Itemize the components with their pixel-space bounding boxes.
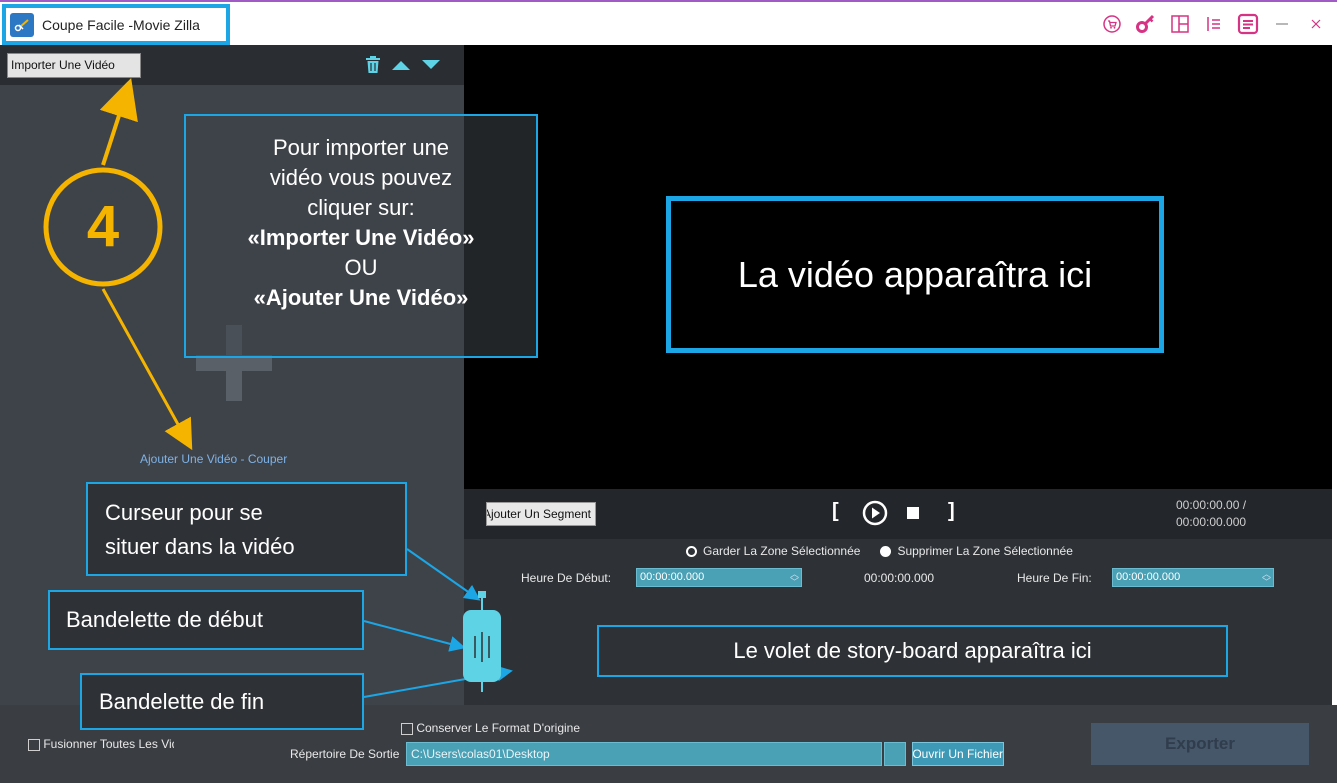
segment-settings: Garder La Zone Sélectionnée Supprimer La… — [464, 539, 1332, 705]
output-directory-label: Répertoire De Sortie — [290, 747, 400, 761]
keep-zone-radio[interactable]: Garder La Zone Sélectionnée — [686, 544, 860, 558]
import-help-line: cliquer sur: — [307, 195, 415, 220]
window-edge — [1332, 45, 1337, 705]
layout-icon[interactable] — [1169, 13, 1191, 35]
end-time-value: 00:00:00.000 — [1116, 571, 1181, 583]
end-strip-callout: Bandelette de fin — [80, 673, 364, 730]
import-help-option: «Importer Une Vidéo» — [247, 225, 475, 250]
mark-out-button[interactable]: ] — [948, 500, 955, 523]
merge-videos-checkbox[interactable]: Fusionner Toutes Les Vidéos — [28, 737, 174, 751]
duration-display: 00:00:00.000 — [864, 571, 935, 585]
start-time-input[interactable]: 00:00:00.000 ︿ ﹀ — [636, 568, 802, 587]
stop-icon[interactable] — [907, 507, 919, 519]
add-segment-button[interactable]: Ajouter Un Segment — [486, 502, 596, 526]
playback-controls: Ajouter Un Segment [ ] 00:00:00.00 / 00:… — [464, 489, 1332, 539]
window-title: Coupe Facile -Movie Zilla — [42, 16, 200, 33]
minimize-icon[interactable] — [1271, 13, 1293, 35]
start-strip-callout: Bandelette de début — [48, 590, 364, 650]
import-help-callout: Pour importer une vidéo vous pouvez cliq… — [184, 114, 538, 358]
checkbox-box[interactable] — [401, 722, 413, 735]
step-number: 4 — [86, 194, 120, 259]
start-time-label: Heure De Début: — [521, 571, 612, 585]
title-bar: Coupe Facile -Movie Zilla — [0, 0, 1337, 45]
add-video-link[interactable]: Ajouter Une Vidéo - Couper — [140, 452, 287, 466]
app-window: Coupe Facile -Movie Zilla Importer Une V… — [0, 0, 1337, 783]
output-directory-input[interactable]: C:\Users\colas01\Desktop — [406, 742, 882, 766]
start-spinner[interactable]: ︿ ﹀ — [790, 570, 799, 587]
zone-mode-options: Garder La Zone Sélectionnée Supprimer La… — [686, 544, 1073, 558]
video-list-toolbar: Importer Une Vidéo — [0, 45, 464, 85]
folder-icon[interactable] — [884, 742, 906, 766]
mark-in-button[interactable]: [ — [832, 500, 839, 523]
cursor-callout-line: Curseur pour se — [105, 500, 263, 525]
import-help-line: vidéo vous pouvez — [269, 165, 453, 190]
end-time-input[interactable]: 00:00:00.000 ︿ ﹀ — [1112, 568, 1274, 587]
storyboard-callout: Le volet de story-board apparaîtra ici — [597, 625, 1228, 677]
key-icon[interactable] — [1135, 13, 1157, 35]
import-help-line: Pour importer une — [272, 135, 450, 160]
start-time-value: 00:00:00.000 — [640, 571, 705, 583]
timecode-display: 00:00:00.00 / 00:00:00.000 — [1176, 497, 1246, 531]
close-icon[interactable] — [1305, 13, 1327, 35]
time-fields: Heure De Début: 00:00:00.000 ︿ ﹀ 00:00:00… — [464, 568, 1332, 588]
export-button[interactable]: Exporter — [1091, 723, 1309, 765]
cart-icon[interactable] — [1101, 13, 1123, 35]
scissors-icon — [10, 12, 34, 37]
checkbox-box[interactable] — [28, 738, 40, 751]
play-icon[interactable] — [862, 500, 888, 526]
end-time-label: Heure De Fin: — [1017, 571, 1092, 585]
open-file-button[interactable]: Ouvrir Un Fichier — [912, 742, 1004, 766]
video-placeholder-callout: La vidéo apparaîtra ici — [666, 196, 1164, 353]
keep-format-checkbox[interactable]: Conserver Le Format D'origine — [401, 721, 580, 735]
keep-zone-label: Garder La Zone Sélectionnée — [703, 544, 861, 558]
import-video-button[interactable]: Importer Une Vidéo — [7, 53, 141, 78]
list-tools — [364, 55, 442, 80]
trash-icon[interactable] — [364, 55, 382, 80]
keep-format-label: Conserver Le Format D'origine — [416, 721, 581, 735]
cursor-callout: Curseur pour se situer dans la vidéo — [86, 482, 407, 576]
timecode-total: 00:00:00.000 — [1176, 515, 1247, 529]
title-highlight: Coupe Facile -Movie Zilla — [2, 4, 230, 45]
list-icon[interactable] — [1203, 13, 1225, 35]
merge-label: Fusionner Toutes Les Vidéos — [43, 737, 174, 751]
radio-unselected — [686, 545, 697, 557]
menu-icon[interactable] — [1237, 13, 1259, 35]
cursor-callout-line: situer dans la vidéo — [105, 534, 295, 559]
remove-zone-label: Supprimer La Zone Sélectionnée — [897, 544, 1073, 558]
import-help-or: OU — [344, 255, 378, 280]
arrow-down-icon[interactable] — [420, 58, 442, 77]
end-spinner[interactable]: ︿ ﹀ — [1262, 570, 1271, 587]
arrow-up-icon[interactable] — [390, 58, 412, 77]
timecode-current: 00:00:00.00 / — [1176, 498, 1247, 512]
radio-selected — [880, 545, 892, 557]
remove-zone-radio[interactable]: Supprimer La Zone Sélectionnée — [880, 544, 1073, 558]
import-help-option: «Ajouter Une Vidéo» — [253, 285, 469, 310]
title-bar-icons — [1101, 13, 1327, 35]
